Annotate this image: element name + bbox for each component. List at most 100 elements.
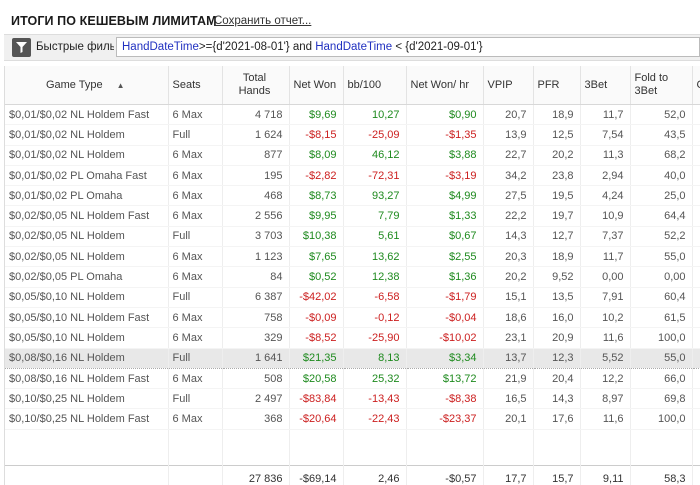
table-row[interactable]: $0,01/$0,02 NL Holdem Fast 6 Max 4 718 $9,6… bbox=[5, 104, 700, 126]
cell-nethr: $0,90 bbox=[406, 104, 484, 126]
cell-game: $0,02/$0,05 NL Holdem bbox=[5, 246, 169, 268]
cell-net: -$42,02 bbox=[289, 287, 344, 308]
spacer-cell bbox=[343, 429, 407, 466]
column-header-seats[interactable]: Seats bbox=[168, 66, 223, 105]
cell-game: $0,10/$0,25 NL Holdem bbox=[5, 388, 169, 410]
filter-funnel-icon[interactable] bbox=[12, 38, 31, 57]
cell-hands: 84 bbox=[222, 266, 290, 288]
cell-pfr: 13,5 bbox=[533, 287, 581, 308]
sort-ascending-icon: ▲ bbox=[116, 80, 125, 90]
table-row[interactable]: $0,01/$0,02 NL Holdem Full 1 624 -$8,15 -25,… bbox=[5, 124, 700, 146]
cell-nethr: -$1,79 bbox=[406, 287, 484, 308]
cell-net: -$0,09 bbox=[289, 307, 344, 329]
cell-bb: 10,27 bbox=[343, 104, 407, 126]
cell-threebet: 11,7 bbox=[580, 104, 631, 126]
cell-net: $9,69 bbox=[289, 104, 344, 126]
cell-pfr: 19,7 bbox=[533, 205, 581, 227]
cell-hands: 1 123 bbox=[222, 246, 290, 268]
cell-game: $0,05/$0,10 NL Holdem bbox=[5, 287, 169, 308]
table-row[interactable]: $0,10/$0,25 NL Holdem Fast 6 Max 368 -$20,6… bbox=[5, 408, 700, 430]
table-row[interactable]: $0,10/$0,25 NL Holdem Full 2 497 -$83,84 -13… bbox=[5, 388, 700, 410]
table-row[interactable]: $0,01/$0,02 PL Omaha 6 Max 468 $8,73 93,27 $4… bbox=[5, 185, 700, 207]
cell-nethr: $3,88 bbox=[406, 145, 484, 166]
cell-cb bbox=[692, 205, 700, 227]
column-header-bb100[interactable]: bb/100 bbox=[343, 66, 407, 105]
cell-hands: 3 703 bbox=[222, 226, 290, 248]
table-row[interactable]: $0,05/$0,10 NL Holdem 6 Max 329 -$8,52 -25,9… bbox=[5, 327, 700, 349]
cell-vpip: 23,1 bbox=[483, 327, 534, 349]
report-header: ИТОГИ ПО КЕШЕВЫМ ЛИМИТАМ Сохранить отчет… bbox=[0, 0, 700, 34]
column-header-net-won[interactable]: Net Won bbox=[289, 66, 344, 105]
cell-threebet: 10,9 bbox=[580, 205, 631, 227]
cell-fold3b: 58,3 bbox=[630, 464, 693, 485]
cell-pfr: 18,9 bbox=[533, 104, 581, 126]
stats-table: Game Type ▲ Seats Total Hands Net Won bb/… bbox=[5, 66, 700, 485]
cell-nethr: $3,34 bbox=[406, 347, 484, 369]
cell-vpip: 18,6 bbox=[483, 307, 534, 329]
table-row[interactable]: $0,08/$0,16 NL Holdem Full 1 641 $21,35 8,13… bbox=[5, 347, 700, 369]
cell-pfr: 20,4 bbox=[533, 368, 581, 390]
table-row[interactable]: $0,02/$0,05 NL Holdem Fast 6 Max 2 556 $9,9… bbox=[5, 205, 700, 227]
cell-vpip: 20,2 bbox=[483, 266, 534, 288]
cell-fold3b: 0,00 bbox=[630, 266, 693, 288]
cell-fold3b: 69,8 bbox=[630, 388, 693, 410]
cell-game: $0,08/$0,16 NL Holdem bbox=[5, 347, 169, 369]
table-row[interactable]: $0,01/$0,02 PL Omaha Fast 6 Max 195 -$2,82-… bbox=[5, 165, 700, 187]
cell-fold3b: 40,0 bbox=[630, 165, 693, 187]
table-row[interactable]: $0,08/$0,16 NL Holdem Fast 6 Max 508 $20,58… bbox=[5, 368, 700, 390]
cell-hands: 195 bbox=[222, 165, 290, 187]
cell-pfr: 12,5 bbox=[533, 124, 581, 146]
cell-seats: 6 Max bbox=[168, 307, 223, 329]
table-row[interactable]: $0,02/$0,05 NL Holdem 6 Max 1 123 $7,65 13,6… bbox=[5, 246, 700, 268]
cell-cb bbox=[692, 327, 700, 349]
table-row[interactable]: $0,02/$0,05 NL Holdem Full 3 703 $10,38 5,61… bbox=[5, 226, 700, 248]
cell-seats: Full bbox=[168, 388, 223, 410]
table-row[interactable]: $0,05/$0,10 NL Holdem Full 6 387 -$42,02 -6,… bbox=[5, 287, 700, 308]
cell-fold3b: 100,0 bbox=[630, 327, 693, 349]
cell-net: $7,65 bbox=[289, 246, 344, 268]
cell-bb: -22,43 bbox=[343, 408, 407, 430]
column-header-pfr[interactable]: PFR bbox=[533, 66, 581, 105]
cell-bb: 8,13 bbox=[343, 347, 407, 369]
cell-threebet: 7,54 bbox=[580, 124, 631, 146]
quick-filter-input[interactable]: HandDateTime>={d'2021-08-01'} and HandDa… bbox=[116, 37, 700, 57]
table-row[interactable]: $0,01/$0,02 NL Holdem 6 Max 877 $8,09 46,12 $… bbox=[5, 145, 700, 166]
cell-seats: 6 Max bbox=[168, 205, 223, 227]
cell-seats: Full bbox=[168, 226, 223, 248]
cell-net: $0,52 bbox=[289, 266, 344, 288]
stats-grid[interactable]: Game Type ▲ Seats Total Hands Net Won bb/… bbox=[4, 66, 700, 485]
column-header-total-hands[interactable]: Total Hands bbox=[222, 66, 290, 105]
cell-threebet: 10,2 bbox=[580, 307, 631, 329]
column-header-vpip[interactable]: VPIP bbox=[483, 66, 534, 105]
cell-net: -$20,64 bbox=[289, 408, 344, 430]
cell-hands: 368 bbox=[222, 408, 290, 430]
cell-net: $8,09 bbox=[289, 145, 344, 166]
column-header-fold-to-3bet[interactable]: Fold to 3Bet bbox=[630, 66, 693, 105]
cell-net: -$69,14 bbox=[289, 464, 344, 485]
table-row[interactable]: $0,02/$0,05 PL Omaha 6 Max 84 $0,52 12,38 $1,… bbox=[5, 266, 700, 288]
spacer-cell bbox=[5, 429, 169, 466]
cell-game: $0,05/$0,10 NL Holdem Fast bbox=[5, 307, 169, 329]
totals-row[interactable]: 27 836 -$69,14 2,46 -$0,57 17,7 15,7 9,11 58,3 bbox=[5, 464, 700, 485]
cell-hands: 508 bbox=[222, 368, 290, 390]
cell-nethr: $4,99 bbox=[406, 185, 484, 207]
save-report-link[interactable]: Сохранить отчет... bbox=[214, 15, 311, 27]
column-header-3bet[interactable]: 3Bet bbox=[580, 66, 631, 105]
cell-threebet: 8,97 bbox=[580, 388, 631, 410]
filter-keyword: HandDateTime bbox=[315, 41, 393, 53]
column-header-net-won-hr[interactable]: Net Won/ hr bbox=[406, 66, 484, 105]
table-row[interactable]: $0,05/$0,10 NL Holdem Fast 6 Max 758 -$0,09… bbox=[5, 307, 700, 329]
cell-vpip: 22,2 bbox=[483, 205, 534, 227]
cell-game: $0,02/$0,05 PL Omaha bbox=[5, 266, 169, 288]
cell-game: $0,01/$0,02 NL Holdem Fast bbox=[5, 104, 169, 126]
filter-keyword: HandDateTime bbox=[122, 41, 199, 53]
cell-hands: 4 718 bbox=[222, 104, 290, 126]
column-header-cb[interactable]: CB bbox=[692, 66, 700, 105]
cell-fold3b: 55,0 bbox=[630, 246, 693, 268]
cell-seats: Full bbox=[168, 124, 223, 146]
cell-nethr: $1,33 bbox=[406, 205, 484, 227]
column-header-game-type[interactable]: Game Type ▲ bbox=[5, 66, 169, 105]
cell-nethr: -$8,38 bbox=[406, 388, 484, 410]
cell-threebet: 5,52 bbox=[580, 347, 631, 369]
report-title: ИТОГИ ПО КЕШЕВЫМ ЛИМИТАМ bbox=[11, 14, 217, 28]
